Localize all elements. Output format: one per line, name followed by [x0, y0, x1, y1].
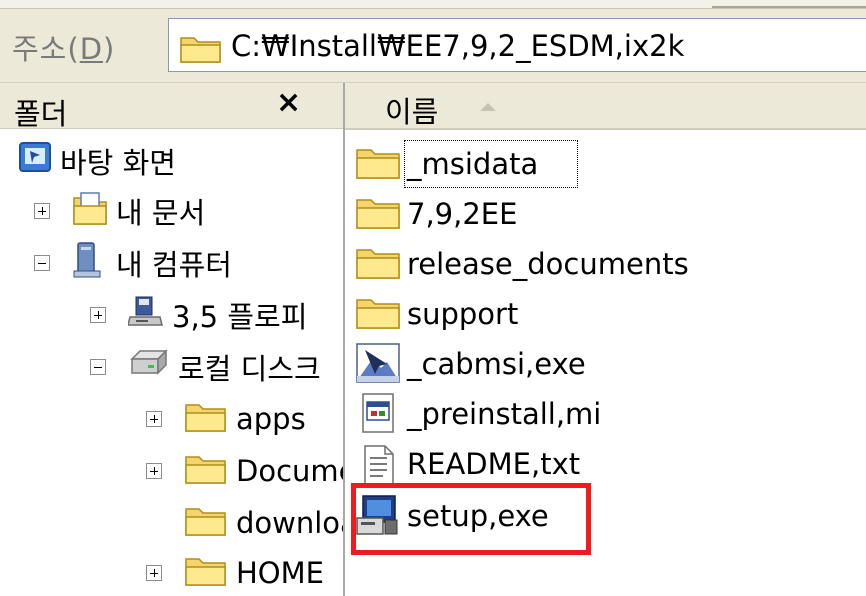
tree-item-label: 로컬 디스크: [178, 352, 321, 386]
floppy-drive-icon: [127, 295, 164, 336]
expand-icon[interactable]: [146, 463, 162, 479]
folder-icon: [355, 292, 403, 336]
tree-item-my-computer[interactable]: 내 컴퓨터: [34, 239, 232, 287]
address-toolbar: 주소(D) C:₩Install₩EE7,9,2_ESDM,ix2k: [0, 0, 866, 83]
my-documents-icon: [72, 190, 108, 233]
folder-icon: [184, 399, 228, 440]
tree-item-apps[interactable]: apps: [146, 395, 306, 443]
file-item-release-documents[interactable]: release_documents: [355, 239, 689, 289]
highlight-annotation-box: [351, 483, 591, 555]
tree-item-label: HOME: [236, 556, 324, 590]
tree-item-floppy[interactable]: 3,5 플로피: [90, 291, 307, 339]
file-name: _preinstall,mi: [407, 397, 602, 431]
address-label: 주소(D): [12, 32, 116, 66]
expand-icon[interactable]: [34, 203, 50, 219]
folder-pane-header: 폴더 ×: [0, 83, 343, 131]
my-computer-icon: [72, 241, 108, 286]
tree-item-label: 바탕 화면: [60, 146, 176, 180]
tree-item-download[interactable]: download: [184, 499, 343, 547]
file-name: support: [407, 297, 519, 331]
tree-item-label: 3,5 플로피: [172, 300, 308, 334]
collapse-icon[interactable]: [90, 359, 106, 375]
local-disk-icon: [128, 348, 170, 386]
expand-icon[interactable]: [90, 307, 106, 323]
folder-pane-title: 폴더: [14, 97, 68, 131]
tree-item-desktop[interactable]: 바탕 화면: [18, 137, 176, 185]
folder-icon: [355, 142, 403, 186]
expand-icon[interactable]: [146, 565, 162, 581]
tree-item-documents[interactable]: Documents: [146, 447, 343, 495]
address-path: C:₩Install₩EE7,9,2_ESDM,ix2k: [231, 29, 685, 63]
folder-icon: [355, 192, 403, 236]
address-input[interactable]: C:₩Install₩EE7,9,2_ESDM,ix2k: [168, 18, 866, 72]
tree-item-local-disk[interactable]: 로컬 디스크: [90, 343, 321, 391]
tree-item-label: apps: [236, 402, 306, 436]
desktop-icon: [18, 141, 52, 182]
file-name: _cabmsi,exe: [407, 347, 586, 381]
folder-icon: [184, 451, 228, 492]
folder-icon: [179, 32, 223, 68]
expand-icon[interactable]: [146, 411, 162, 427]
folder-tree-pane: 폴더 × 바탕 화면 내 문서 내 컴퓨터 3,5 플로피 로컬 디스크 app…: [0, 83, 345, 596]
focus-rectangle: [404, 140, 578, 188]
text-file-icon: [355, 442, 403, 486]
tree-item-my-documents[interactable]: 내 문서: [34, 187, 205, 235]
close-pane-button[interactable]: ×: [276, 85, 301, 120]
sort-ascending-icon: [480, 103, 496, 111]
tree-item-label: 내 컴퓨터: [116, 248, 232, 282]
file-item-support[interactable]: support: [355, 289, 518, 339]
tree-item-home[interactable]: HOME: [146, 549, 324, 596]
folder-icon: [184, 503, 228, 544]
script-file-icon: [355, 392, 403, 436]
installer-exe-icon: [355, 342, 403, 386]
file-name: 7,9,2EE: [407, 197, 518, 231]
file-item-preinstall-mi[interactable]: _preinstall,mi: [355, 389, 601, 439]
file-name: README,txt: [407, 447, 581, 481]
folder-icon: [355, 242, 403, 286]
tree-item-label: download: [236, 506, 343, 540]
collapse-icon[interactable]: [34, 255, 50, 271]
file-item-cabmsi-exe[interactable]: _cabmsi,exe: [355, 339, 586, 389]
file-name: release_documents: [407, 247, 689, 281]
file-item-792ee[interactable]: 7,9,2EE: [355, 189, 517, 239]
column-name-label: 이름: [385, 95, 439, 129]
folder-icon: [184, 553, 228, 594]
toolbar-top-border: [0, 0, 866, 9]
tree-item-label: Documents: [236, 454, 343, 488]
file-item-readme-txt[interactable]: README,txt: [355, 439, 580, 489]
tree-item-label: 내 문서: [116, 196, 206, 230]
column-header-name[interactable]: 이름: [345, 83, 866, 130]
